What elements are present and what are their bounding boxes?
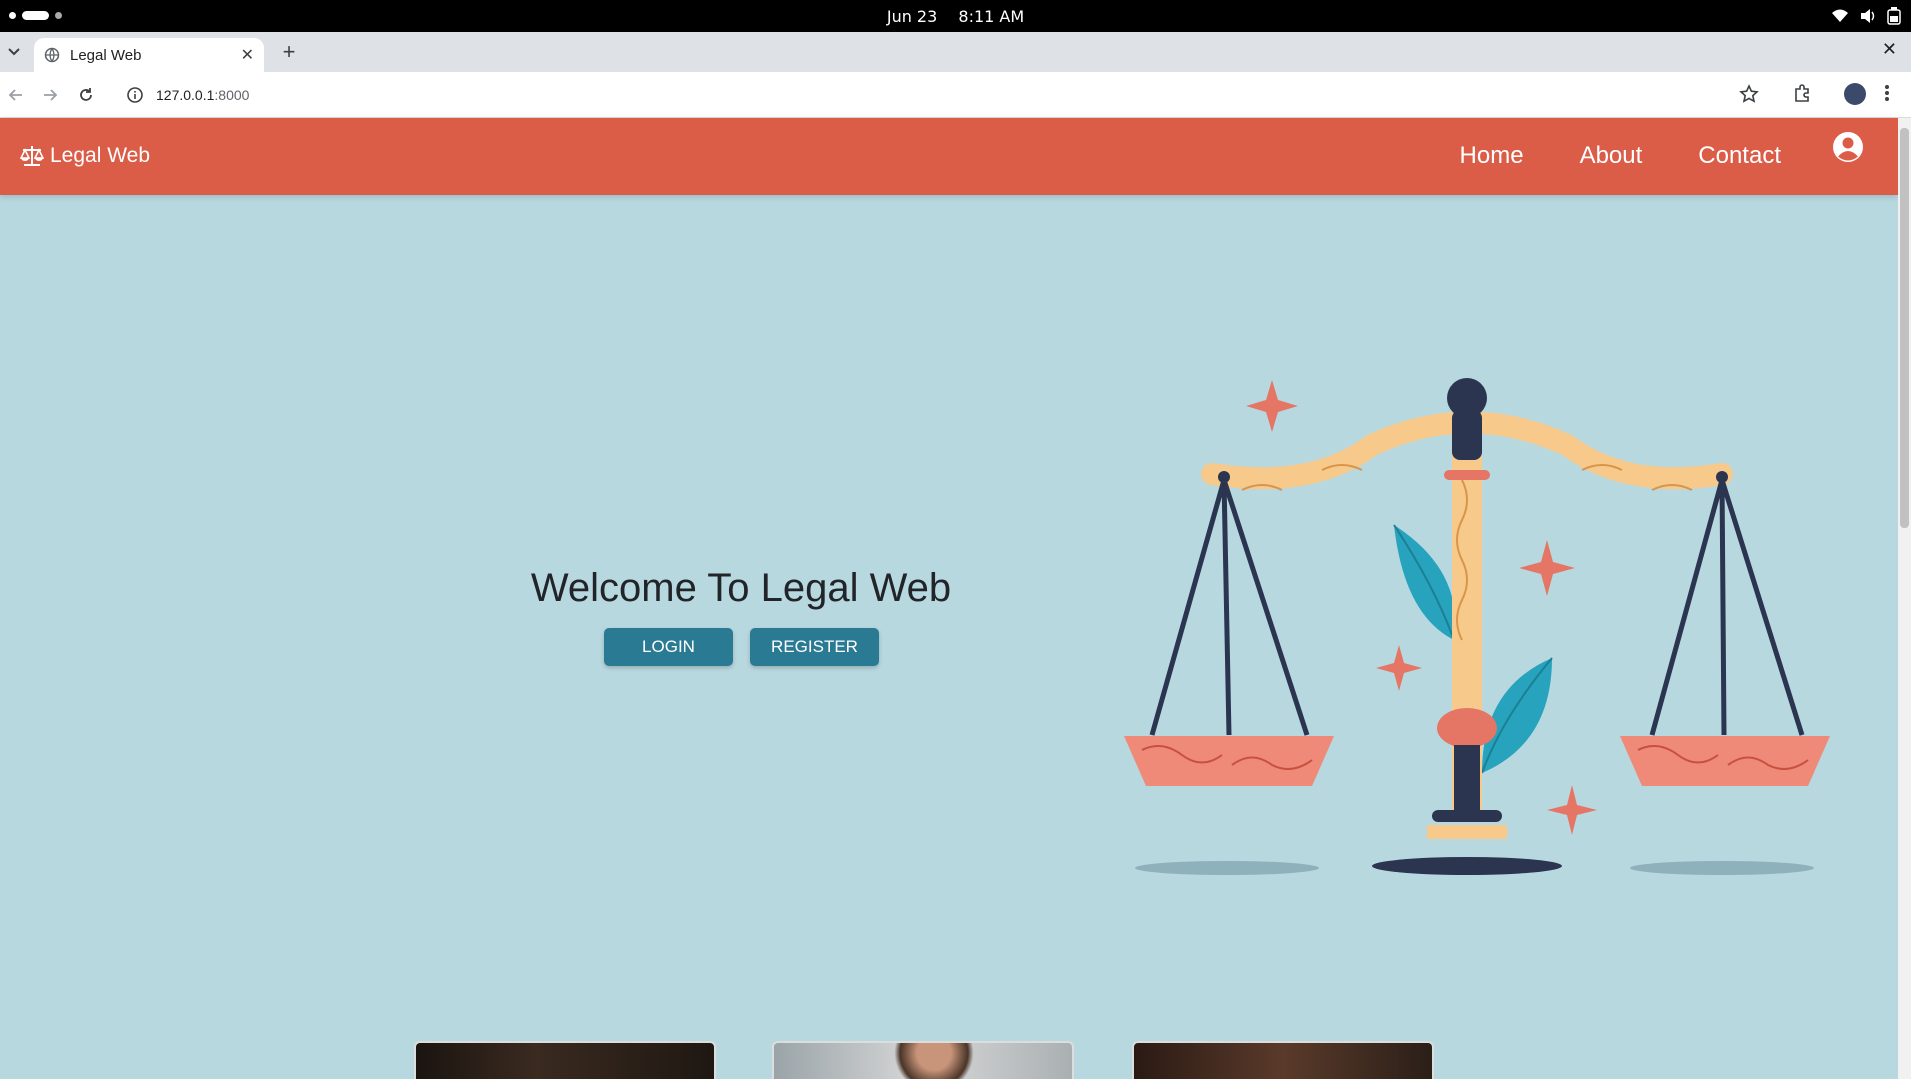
extensions-icon[interactable] — [1792, 83, 1812, 103]
more-options-icon[interactable] — [1884, 83, 1890, 103]
system-tray[interactable] — [1831, 7, 1901, 25]
os-clock[interactable]: Jun 23 8:11 AM — [0, 7, 1911, 26]
page-scrollbar[interactable] — [1898, 118, 1911, 1079]
profile-avatar[interactable] — [1844, 83, 1866, 105]
brand-name: Legal Web — [50, 144, 151, 167]
browser-toolbar: 127.0.0.1:8000 — [0, 72, 1911, 118]
os-time: 8:11 AM — [958, 7, 1025, 26]
battery-icon — [1887, 7, 1901, 25]
tab-search-button[interactable] — [2, 40, 26, 64]
browser-tab[interactable]: Legal Web ✕ — [34, 38, 264, 72]
site-info-icon[interactable] — [126, 86, 144, 104]
chevron-down-icon — [8, 48, 20, 56]
window-close-button[interactable]: ✕ — [1882, 39, 1897, 60]
arrow-left-icon — [8, 89, 22, 101]
feature-card-image[interactable] — [1132, 1041, 1434, 1079]
url-port: :8000 — [214, 87, 250, 103]
address-bar[interactable]: 127.0.0.1:8000 — [114, 78, 1774, 112]
globe-icon — [44, 47, 60, 63]
nav-links: Home About Contact — [1404, 142, 1781, 170]
scales-of-justice-illustration — [1124, 378, 1830, 875]
tab-title: Legal Web — [70, 46, 142, 64]
url-host: 127.0.0.1 — [156, 87, 215, 103]
new-tab-button[interactable]: + — [276, 39, 302, 65]
url-text: 127.0.0.1:8000 — [156, 87, 249, 103]
arrow-right-icon — [44, 89, 58, 101]
nav-link-about[interactable]: About — [1580, 142, 1643, 170]
scrollbar-thumb[interactable] — [1900, 128, 1909, 528]
site-brand[interactable]: Legal Web — [20, 144, 150, 168]
scale-balance-icon — [20, 146, 44, 166]
bookmark-star-icon[interactable] — [1739, 84, 1759, 104]
nav-link-contact[interactable]: Contact — [1698, 142, 1781, 170]
register-button[interactable]: REGISTER — [750, 628, 879, 666]
volume-icon — [1861, 9, 1875, 23]
os-top-bar: Jun 23 8:11 AM — [0, 0, 1911, 32]
login-button[interactable]: LOGIN — [604, 628, 733, 666]
person-photo — [894, 1043, 974, 1079]
forward-button[interactable] — [38, 83, 62, 107]
feature-card-image[interactable] — [414, 1041, 716, 1079]
nav-link-home[interactable]: Home — [1460, 142, 1524, 170]
os-date: Jun 23 — [886, 7, 938, 26]
browser-tabstrip: Legal Web ✕ + ✕ — [0, 32, 1911, 72]
back-button[interactable] — [4, 83, 28, 107]
user-circle-icon[interactable] — [1832, 131, 1864, 163]
wifi-icon — [1832, 9, 1848, 22]
feature-card-image[interactable] — [772, 1041, 1074, 1079]
tab-close-icon[interactable]: ✕ — [241, 45, 254, 65]
reload-button[interactable] — [74, 83, 98, 107]
reload-icon — [80, 88, 92, 101]
site-navbar: Legal Web Home About Contact — [0, 118, 1898, 195]
